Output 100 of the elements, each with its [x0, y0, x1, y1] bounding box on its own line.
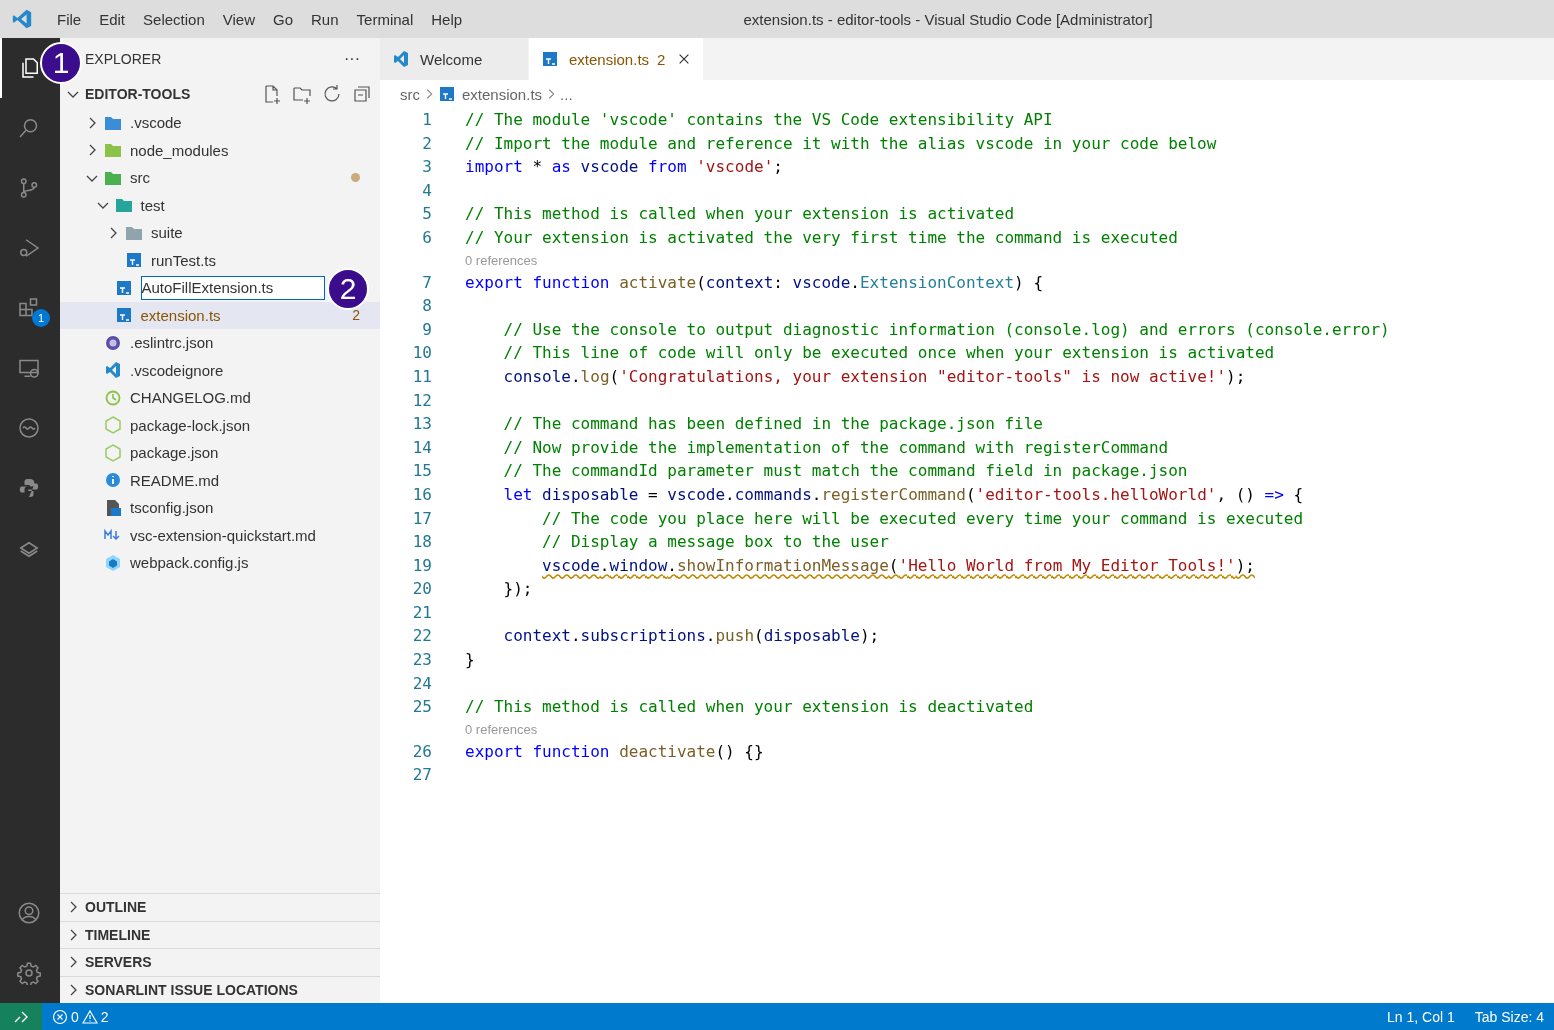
line-number: 6 — [421, 226, 432, 249]
warning-icon[interactable] — [81, 1008, 98, 1025]
more-actions-button[interactable]: ··· — [344, 50, 360, 68]
section-header[interactable]: SERVERS — [85, 954, 152, 971]
menu-item[interactable]: Selection — [135, 10, 215, 28]
file-name[interactable]: vsc-extension-quickstart.md — [130, 526, 316, 544]
code-line: console.log('Congratulations, your extension "editor-tools" is now active!'); — [502, 365, 1247, 388]
error-count[interactable]: 0 — [71, 1008, 79, 1025]
code-line: context.subscriptions.push(disposable); — [502, 625, 881, 648]
breadcrumb-item[interactable]: src — [400, 85, 420, 103]
line-number: 16 — [411, 483, 432, 506]
line-number: 4 — [421, 179, 432, 202]
warning-count[interactable]: 2 — [100, 1008, 109, 1025]
sidebar-title: EXPLORER — [85, 51, 162, 67]
menu-item[interactable]: Terminal — [348, 10, 424, 28]
line-number: 27 — [411, 764, 432, 787]
line-number: 9 — [421, 318, 432, 341]
line-number: 18 — [411, 531, 432, 554]
file-icon — [104, 471, 122, 490]
file-icon — [104, 498, 122, 517]
account-icon[interactable] — [17, 901, 41, 925]
rename-field[interactable]: AutoFillExtension.ts — [140, 275, 325, 300]
file-name[interactable]: CHANGELOG.md — [130, 389, 251, 407]
file-name[interactable]: .eslintrc.json — [130, 334, 214, 352]
new-file-icon[interactable] — [262, 84, 282, 104]
folder-icon — [114, 196, 133, 215]
section-header[interactable]: SONARLINT ISSUE LOCATIONS — [85, 981, 298, 998]
line-number: 3 — [421, 156, 432, 179]
file-name[interactable]: test — [140, 196, 165, 214]
file-name[interactable]: webpack.config.js — [130, 554, 249, 572]
file-name[interactable]: package.json — [130, 444, 219, 462]
code-line: }); — [502, 578, 534, 601]
file-name[interactable]: suite — [151, 224, 183, 242]
collapse-all-icon[interactable] — [352, 84, 372, 104]
code-line: // Display a message box to the user — [541, 531, 890, 554]
editor-tab[interactable]: Welcome — [380, 38, 529, 80]
line-number: 14 — [411, 436, 432, 459]
line-number: 7 — [421, 271, 432, 294]
file-icon — [104, 388, 122, 407]
settings-icon[interactable] — [17, 961, 41, 985]
remote-button[interactable] — [0, 1003, 42, 1030]
cursor-position[interactable]: Ln 1, Col 1 — [1377, 1008, 1465, 1025]
line-number: 13 — [411, 413, 432, 436]
file-icon — [392, 50, 410, 68]
selected-row[interactable]: extension.ts 2 — [60, 301, 380, 329]
file-name[interactable]: package-lock.json — [130, 416, 251, 434]
file-icon — [438, 85, 456, 103]
line-number: 2 — [421, 132, 432, 155]
code-line: // Now provide the implementation of the command with registerCommand — [502, 436, 1170, 459]
breadcrumb-item[interactable]: extension.ts — [462, 85, 543, 103]
code-line: // Use the console to output diagnostic information (console.log) and errors (console.error) — [502, 318, 1391, 341]
file-icon — [541, 50, 559, 68]
file-name[interactable]: extension.ts — [140, 306, 221, 324]
line-number: 15 — [411, 460, 432, 483]
file-icon — [104, 553, 122, 572]
notification-badge: 1 — [32, 309, 50, 327]
breadcrumb-item[interactable]: ... — [560, 85, 573, 103]
code-line: // This method is called when your extension is activated — [465, 203, 1016, 226]
menu-item[interactable]: View — [214, 10, 265, 28]
run-debug-icon[interactable] — [17, 236, 41, 260]
file-name[interactable]: runTest.ts — [151, 251, 217, 269]
error-icon[interactable] — [52, 1008, 68, 1025]
section-header[interactable]: OUTLINE — [85, 899, 147, 916]
line-number: 1 — [421, 109, 432, 131]
code-line: // Your extension is activated the very first time the command is executed — [465, 226, 1179, 249]
file-name[interactable]: src — [130, 169, 150, 187]
file-name[interactable]: README.md — [130, 471, 220, 489]
menu-item[interactable]: Run — [303, 10, 349, 28]
file-name[interactable]: .vscodeignore — [130, 361, 224, 379]
file-icon — [114, 306, 133, 325]
code-line: // The module 'vscode' contains the VS Code extensibility API — [465, 109, 1054, 131]
section-header[interactable]: TIMELINE — [85, 926, 151, 943]
menu-item[interactable]: Edit — [91, 10, 136, 28]
line-number: 11 — [411, 365, 432, 388]
editor-tab[interactable]: extension.ts 2 — [529, 38, 705, 80]
refresh-icon[interactable] — [322, 84, 342, 104]
code-line: // Import the module and reference it with the alias vscode in your code below — [465, 132, 1218, 155]
code-line: let disposable = vscode.commands.registerCommand('editor-tools.helloWorld', () => { — [502, 483, 1305, 506]
line-number: 25 — [411, 696, 432, 719]
code-line: // This method is called when your extension is deactivated — [465, 696, 1035, 719]
menu-item[interactable]: Go — [265, 10, 303, 28]
file-name[interactable]: .vscode — [130, 114, 182, 132]
tab-size[interactable]: Tab Size: 4 — [1464, 1008, 1554, 1025]
menu-item[interactable]: File — [49, 10, 92, 28]
code-line: vscode.window.showInformationMessage('Hello World from My Editor Tools!'); — [541, 554, 1256, 577]
code-line: // This line of code will only be executed once when your extension is activated — [502, 342, 1276, 365]
file-icon — [125, 251, 143, 270]
file-name[interactable]: tsconfig.json — [130, 499, 214, 517]
code-line: // The code you place here will be executed every time your command is executed — [541, 507, 1305, 530]
new-folder-icon[interactable] — [292, 84, 312, 104]
folder-header[interactable]: EDITOR-TOOLS — [85, 86, 191, 102]
file-icon — [104, 416, 122, 435]
line-number: 10 — [411, 342, 432, 365]
file-icon — [114, 278, 133, 297]
menu-item[interactable]: Help — [423, 10, 473, 28]
file-name[interactable]: node_modules — [130, 141, 229, 159]
file-icon — [104, 333, 122, 352]
wave-icon[interactable] — [17, 416, 41, 440]
folder-icon — [104, 141, 122, 160]
window-title: extension.ts - editor-tools - Visual Studio Code [Administrator] — [743, 10, 1153, 28]
